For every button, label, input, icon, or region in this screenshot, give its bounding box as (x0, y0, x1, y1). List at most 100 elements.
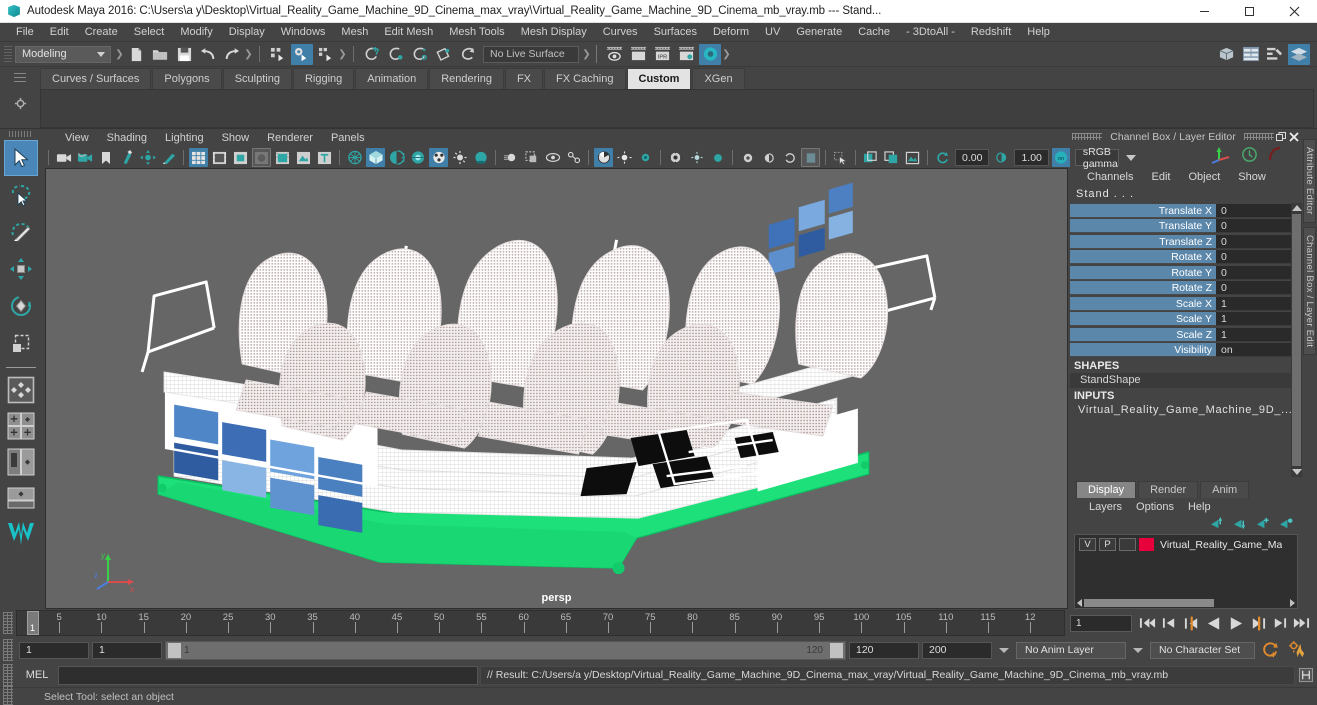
exposure-icon[interactable] (294, 148, 313, 167)
scroll-down-icon[interactable] (1291, 469, 1302, 475)
cb-menu-edit[interactable]: Edit (1142, 171, 1179, 183)
close-button[interactable] (1272, 0, 1317, 23)
menu-windows[interactable]: Windows (273, 23, 334, 42)
attribute-row[interactable]: Rotate X 0 (1070, 250, 1291, 266)
shelf-tab-xgen[interactable]: XGen (692, 68, 745, 89)
menu-modify[interactable]: Modify (172, 23, 220, 42)
command-line-grip[interactable] (3, 664, 13, 686)
attribute-value[interactable]: 0 (1216, 203, 1291, 218)
viewport-renderer-icon[interactable] (594, 148, 613, 167)
layer-type-toggle[interactable] (1119, 538, 1136, 551)
contrast-reset-icon[interactable] (992, 148, 1011, 167)
anim-layer-selector[interactable]: No Anim Layer (1016, 641, 1126, 659)
panel-grip[interactable] (1072, 133, 1102, 140)
clock-speed-icon[interactable] (1241, 146, 1258, 166)
range-bar[interactable]: 1 120 (165, 640, 846, 660)
paint-select-tool[interactable] (4, 214, 38, 250)
menu-uv[interactable]: UV (757, 23, 788, 42)
exposure-value-field[interactable]: 0.00 (955, 149, 990, 166)
scroll-right-icon[interactable] (1290, 598, 1295, 607)
layer-visibility-toggle[interactable]: V (1079, 538, 1096, 551)
step-back-frame-button[interactable] (1181, 613, 1202, 634)
input-node-item[interactable]: Virtual_Reality_Game_Machine_9D_... (1070, 403, 1291, 418)
menu-display[interactable]: Display (221, 23, 273, 42)
attribute-row[interactable]: Scale X 1 (1070, 296, 1291, 312)
move-layer-up-icon[interactable] (1210, 516, 1225, 533)
snap-to-view-planes-button[interactable] (457, 44, 479, 65)
redo-button[interactable] (221, 44, 243, 65)
statusline-collapse-3[interactable]: ❯ (338, 44, 347, 65)
animation-preferences-icon[interactable] (1285, 640, 1311, 661)
shelf-tab-rigging[interactable]: Rigging (292, 68, 355, 89)
image-plane-icon[interactable] (117, 148, 136, 167)
attribute-value[interactable]: 0 (1216, 281, 1291, 296)
shelf-tab-fx-caching[interactable]: FX Caching (544, 68, 626, 89)
snap-to-points-button[interactable] (409, 44, 431, 65)
snapshot-icon[interactable] (903, 148, 922, 167)
film-gate-display-icon[interactable] (273, 148, 292, 167)
show-tool-settings-button[interactable] (1264, 44, 1286, 65)
shelf-tab-curves-surfaces[interactable]: Curves / Surfaces (40, 68, 152, 89)
menu-surfaces[interactable]: Surfaces (646, 23, 705, 42)
wireframe-on-shaded-icon[interactable] (387, 148, 406, 167)
four-view-layout-button[interactable] (4, 409, 38, 443)
create-layer-from-selected-icon[interactable] (1279, 517, 1294, 533)
gate-mask-icon[interactable] (252, 148, 271, 167)
character-set-chevron-down-icon[interactable] (1133, 647, 1143, 653)
current-frame-field[interactable]: 1 (1070, 614, 1132, 632)
viewport-menu-view[interactable]: View (56, 132, 98, 144)
animation-end-time-field[interactable]: 200 (922, 641, 992, 659)
snap-to-curves-button[interactable] (385, 44, 407, 65)
statusline-collapse-1[interactable]: ❯ (115, 44, 124, 65)
scroll-left-icon[interactable] (1077, 598, 1082, 607)
help-line-grip[interactable] (3, 685, 13, 705)
menu-help[interactable]: Help (1019, 23, 1058, 42)
render-settings-button[interactable] (675, 44, 697, 65)
layer-name-label[interactable]: Virtual_Reality_Game_Ma (1157, 539, 1282, 551)
layer-list[interactable]: V P Virtual_Reality_Game_Ma (1074, 534, 1298, 609)
go-to-end-button[interactable] (1291, 613, 1312, 634)
shelf-grip[interactable] (14, 73, 26, 82)
step-back-key-button[interactable] (1159, 613, 1180, 634)
attribute-value[interactable]: on (1216, 343, 1291, 358)
sphere-light-icon[interactable] (708, 148, 727, 167)
attribute-row[interactable]: Scale Z 1 (1070, 327, 1291, 343)
gpu-cache-icon[interactable] (636, 148, 655, 167)
isolate-select-icon[interactable] (522, 148, 541, 167)
menu-edit-mesh[interactable]: Edit Mesh (376, 23, 441, 42)
time-slider[interactable]: 1 5 10 15 20 25 30 35 40 45 50 55 60 65 70 75 80 85 90 95 1… (16, 610, 1065, 636)
shelf-options-gear-icon[interactable] (14, 97, 27, 113)
channel-box-scrollbar[interactable] (1291, 203, 1302, 477)
auto-keyframe-toggle-icon[interactable] (1258, 640, 1282, 661)
le-menu-layers[interactable]: Layers (1082, 501, 1129, 513)
persp-graph-layout-button[interactable] (4, 481, 38, 515)
texture-shading-icon[interactable] (408, 148, 427, 167)
copy-render-view-icon[interactable] (861, 148, 880, 167)
two-d-pan-zoom-icon[interactable] (138, 148, 157, 167)
select-camera-icon[interactable] (54, 148, 73, 167)
redo-previous-render-button[interactable] (627, 44, 649, 65)
bookmark-icon[interactable] (96, 148, 115, 167)
shelf-tab-fx[interactable]: FX (504, 68, 544, 89)
viewport-menu-shading[interactable]: Shading (98, 132, 156, 144)
scroll-up-icon[interactable] (1291, 205, 1302, 211)
tab-render[interactable]: Render (1138, 481, 1199, 498)
lock-camera-icon[interactable] (75, 148, 94, 167)
select-by-object-type-button[interactable] (291, 43, 313, 65)
viewport-menu-show[interactable]: Show (213, 132, 259, 144)
range-end-time-field[interactable]: 120 (849, 641, 919, 659)
step-forward-frame-button[interactable] (1247, 613, 1268, 634)
ring-display-icon[interactable] (780, 148, 799, 167)
show-modeling-toolkit-button[interactable] (1216, 44, 1238, 65)
snap-to-grid-button[interactable] (361, 44, 383, 65)
minimize-button[interactable] (1182, 0, 1227, 23)
viewport-menu-panels[interactable]: Panels (322, 132, 374, 144)
film-gate-icon[interactable] (210, 148, 229, 167)
undock-panel-button[interactable] (1274, 130, 1287, 143)
lasso-select-tool[interactable] (4, 177, 38, 213)
play-forwards-button[interactable] (1225, 613, 1246, 634)
panel-grip-2[interactable] (1244, 133, 1274, 140)
chevron-down-icon[interactable] (1125, 154, 1136, 161)
hardware-texturing-icon[interactable] (666, 148, 685, 167)
tab-anim[interactable]: Anim (1200, 481, 1250, 498)
